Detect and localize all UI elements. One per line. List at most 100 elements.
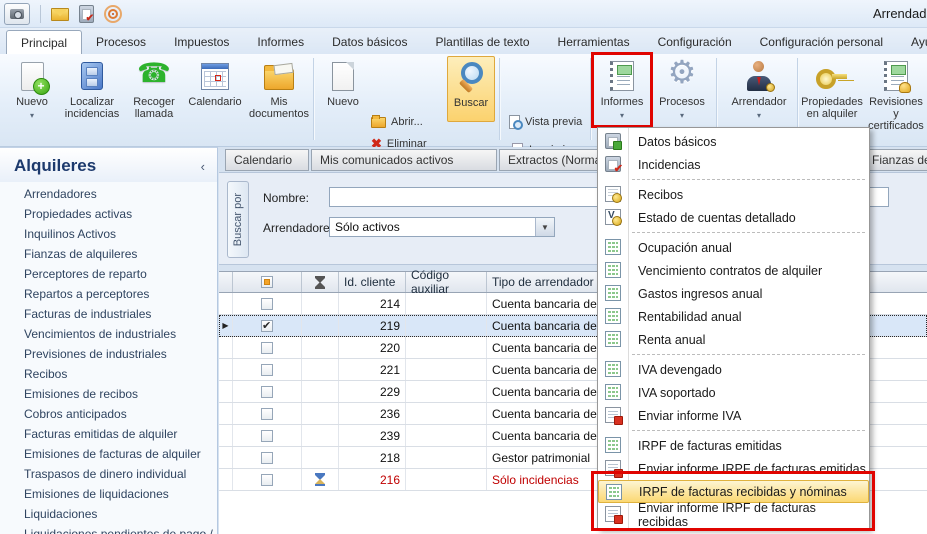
row-checkbox[interactable] bbox=[261, 298, 273, 310]
menu-item-label: Gastos ingresos anual bbox=[638, 287, 762, 301]
sidebar-item-perceptores[interactable]: Perceptores de reparto bbox=[0, 264, 217, 284]
buscar-button[interactable]: Buscar bbox=[447, 56, 495, 122]
cell-aux bbox=[406, 359, 487, 380]
nuevo-registro-button[interactable]: Nuevo bbox=[320, 56, 366, 108]
menu-item-enviar-informe-iva[interactable]: Enviar informe IVA bbox=[598, 404, 869, 427]
row-checkbox[interactable] bbox=[261, 452, 273, 464]
mis-documentos-button[interactable]: Mis documentos bbox=[248, 56, 310, 120]
select-all-checkbox[interactable] bbox=[261, 276, 273, 288]
row-checkbox[interactable] bbox=[261, 408, 273, 420]
arrendadores-selected-value: Sólo activos bbox=[330, 220, 535, 234]
row-checkbox[interactable] bbox=[261, 342, 273, 354]
mail-icon[interactable] bbox=[51, 8, 69, 21]
ribbon-tab-configuracion-personal[interactable]: Configuración personal bbox=[746, 30, 897, 54]
menu-item-irpf-facturas-emitidas[interactable]: IRPF de facturas emitidas bbox=[598, 434, 869, 457]
sidebar-item-propiedades-activas[interactable]: Propiedades activas bbox=[0, 204, 217, 224]
arrendadores-select[interactable]: Sólo activos ▼ bbox=[329, 217, 555, 237]
arrendador-button[interactable]: Arrendador ▾ bbox=[724, 56, 794, 122]
cell-id: 220 bbox=[339, 337, 406, 358]
window-title: Arrendado bbox=[873, 6, 927, 21]
broadcast-icon[interactable] bbox=[104, 5, 122, 23]
report-table-icon bbox=[605, 384, 621, 400]
sidebar-item-recibos[interactable]: Recibos bbox=[0, 364, 217, 384]
sidebar-item-liquidaciones-pendientes[interactable]: Liquidaciones pendientes de pago /... bbox=[0, 524, 217, 534]
menu-item-rentabilidad-anual[interactable]: Rentabilidad anual bbox=[598, 305, 869, 328]
ribbon-tab-configuracion[interactable]: Configuración bbox=[644, 30, 746, 54]
dropdown-button[interactable]: ▼ bbox=[535, 218, 554, 236]
menu-item-gastos-ingresos[interactable]: Gastos ingresos anual bbox=[598, 282, 869, 305]
menu-item-estado-cuentas[interactable]: Estado de cuentas detallado bbox=[598, 206, 869, 229]
blank-page-icon bbox=[332, 62, 354, 91]
menu-item-enviar-irpf-emitidas[interactable]: Enviar informe IRPF de facturas emitidas bbox=[598, 457, 869, 480]
calendario-label: Calendario bbox=[188, 96, 241, 108]
sidebar-item-inquilinos-activos[interactable]: Inquilinos Activos bbox=[0, 224, 217, 244]
sidebar-item-facturas-industriales[interactable]: Facturas de industriales bbox=[0, 304, 217, 324]
report-table-icon bbox=[605, 361, 621, 377]
ribbon-tab-plantillas[interactable]: Plantillas de texto bbox=[421, 30, 543, 54]
recoger-llamada-button[interactable]: Recoger llamada bbox=[126, 56, 182, 120]
report-table-icon bbox=[605, 308, 621, 324]
sidebar-item-emisiones-recibos[interactable]: Emisiones de recibos bbox=[0, 384, 217, 404]
sidebar-item-fianzas[interactable]: Fianzas de alquileres bbox=[0, 244, 217, 264]
sidebar-item-facturas-emitidas[interactable]: Facturas emitidas de alquiler bbox=[0, 424, 217, 444]
bell-icon bbox=[899, 82, 911, 93]
menu-item-incidencias[interactable]: Incidencias bbox=[598, 153, 869, 176]
menu-item-vencimiento-contratos[interactable]: Vencimiento contratos de alquiler bbox=[598, 259, 869, 282]
sidebar-item-repartos[interactable]: Repartos a perceptores bbox=[0, 284, 217, 304]
buscar-por-label: Buscar por bbox=[232, 193, 244, 246]
sidebar-item-liquidaciones[interactable]: Liquidaciones bbox=[0, 504, 217, 524]
cell-id: 219 bbox=[339, 315, 406, 336]
ribbon-tab-impuestos[interactable]: Impuestos bbox=[160, 30, 243, 54]
ribbon-tab-principal[interactable]: Principal bbox=[6, 30, 82, 55]
row-checkbox[interactable] bbox=[261, 386, 273, 398]
menu-item-iva-devengado[interactable]: IVA devengado bbox=[598, 358, 869, 381]
app-menu-button[interactable] bbox=[4, 3, 30, 25]
ribbon-tab-datos-basicos[interactable]: Datos básicos bbox=[318, 30, 421, 54]
sidebar-item-traspasos[interactable]: Traspasos de dinero individual bbox=[0, 464, 217, 484]
menu-item-label: Datos básicos bbox=[638, 135, 717, 149]
revisiones-certificados-button[interactable]: Revisiones y certificados bbox=[865, 56, 927, 132]
ribbon-tab-procesos[interactable]: Procesos bbox=[82, 30, 160, 54]
codigo-auxiliar-header[interactable]: Código auxiliar bbox=[406, 272, 487, 292]
calendario-button[interactable]: Calendario bbox=[184, 56, 246, 108]
informes-button[interactable]: Informes ▾ bbox=[596, 56, 648, 122]
menu-item-iva-soportado[interactable]: IVA soportado bbox=[598, 381, 869, 404]
collapse-chevron-icon[interactable]: ‹ bbox=[201, 159, 205, 174]
doc-tab-fianzas[interactable]: Fianzas de a bbox=[863, 149, 927, 171]
ribbon-tab-ayuda[interactable]: Ayuda bbox=[897, 30, 927, 54]
menu-item-ocupacion-anual[interactable]: Ocupación anual bbox=[598, 236, 869, 259]
sidebar-item-emisiones-facturas[interactable]: Emisiones de facturas de alquiler bbox=[0, 444, 217, 464]
clipboard-check-icon[interactable] bbox=[79, 5, 94, 23]
row-checkbox[interactable] bbox=[261, 364, 273, 376]
menu-item-enviar-irpf-recibidas[interactable]: Enviar informe IRPF de facturas recibida… bbox=[598, 503, 869, 526]
localizar-incidencias-button[interactable]: Localizar incidencias bbox=[60, 56, 124, 120]
propiedades-en-alquiler-button[interactable]: Propiedades en alquiler bbox=[801, 56, 863, 120]
procesos-button[interactable]: Procesos ▾ bbox=[654, 56, 710, 122]
hourglass-column-header[interactable] bbox=[302, 272, 339, 292]
menu-separator bbox=[598, 427, 869, 434]
menu-separator bbox=[598, 351, 869, 358]
row-checkbox[interactable] bbox=[261, 430, 273, 442]
id-cliente-header[interactable]: Id. cliente bbox=[339, 272, 406, 292]
row-checkbox-checked[interactable] bbox=[261, 320, 273, 332]
row-checkbox[interactable] bbox=[261, 474, 273, 486]
sidebar-item-previsiones-industriales[interactable]: Previsiones de industriales bbox=[0, 344, 217, 364]
menu-item-datos-basicos[interactable]: Datos básicos bbox=[598, 130, 869, 153]
sidebar-item-cobros-anticipados[interactable]: Cobros anticipados bbox=[0, 404, 217, 424]
buscar-por-tab[interactable]: Buscar por bbox=[227, 181, 249, 258]
ribbon-tab-herramientas[interactable]: Herramientas bbox=[544, 30, 644, 54]
sidebar-item-emisiones-liquidaciones[interactable]: Emisiones de liquidaciones bbox=[0, 484, 217, 504]
sidebar-item-arrendadores[interactable]: Arrendadores bbox=[0, 184, 217, 204]
menu-separator bbox=[598, 229, 869, 236]
ribbon-tab-informes[interactable]: Informes bbox=[243, 30, 318, 54]
doc-tab-calendario[interactable]: Calendario bbox=[225, 149, 309, 171]
doc-tab-mis-comunicados[interactable]: Mis comunicados activos bbox=[311, 149, 497, 171]
nuevo-button[interactable]: Nuevo ▾ bbox=[6, 56, 58, 122]
menu-item-renta-anual[interactable]: Renta anual bbox=[598, 328, 869, 351]
dropdown-arrow-icon: ▾ bbox=[620, 110, 624, 122]
menu-item-recibos[interactable]: Recibos bbox=[598, 183, 869, 206]
vista-previa-button[interactable]: Vista previa bbox=[506, 112, 585, 132]
select-all-header[interactable] bbox=[233, 272, 302, 292]
sidebar-item-vencimientos-industriales[interactable]: Vencimientos de industriales bbox=[0, 324, 217, 344]
abrir-button[interactable]: Abrir... bbox=[368, 112, 439, 132]
